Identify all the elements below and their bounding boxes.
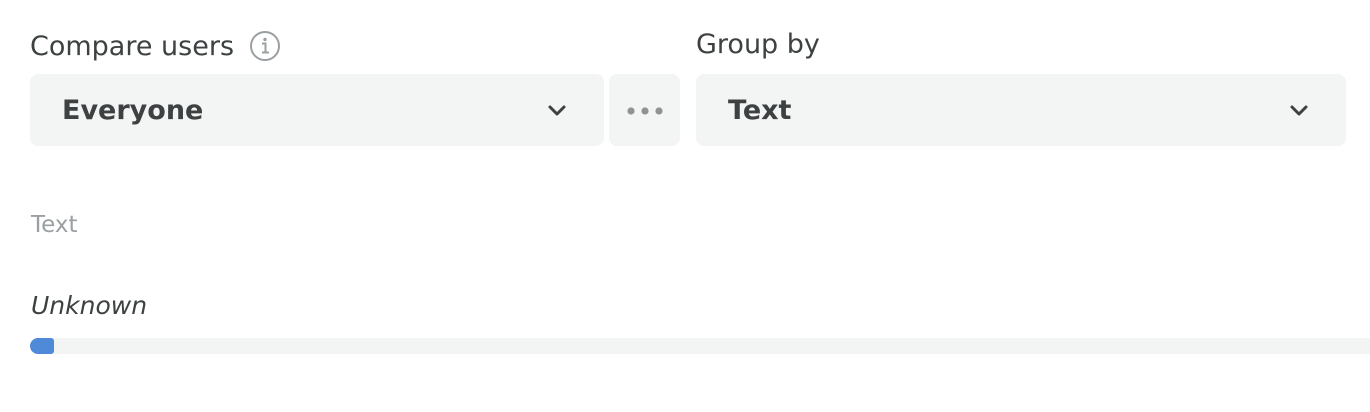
chevron-down-icon bbox=[1288, 99, 1310, 121]
info-icon[interactable] bbox=[250, 31, 281, 61]
more-options-button[interactable] bbox=[609, 74, 680, 146]
compare-users-label: Compare users bbox=[30, 30, 235, 62]
compare-users-panel: Compare users Group by Everyone Text Tex… bbox=[0, 0, 1370, 412]
chevron-down-icon bbox=[546, 99, 568, 121]
breakdown-bar-fill bbox=[30, 338, 54, 354]
more-dots-icon bbox=[626, 101, 664, 120]
breakdown-title: Text bbox=[31, 212, 78, 238]
compare-users-select[interactable]: Everyone bbox=[30, 74, 604, 146]
compare-users-label-wrap: Compare users bbox=[30, 30, 281, 62]
group-by-select[interactable]: Text bbox=[696, 74, 1346, 146]
group-by-label: Group by bbox=[696, 29, 820, 60]
compare-users-value: Everyone bbox=[62, 94, 204, 126]
group-by-value: Text bbox=[728, 94, 792, 126]
breakdown-bar-track bbox=[30, 338, 1370, 354]
breakdown-row-label: Unknown bbox=[31, 291, 148, 320]
